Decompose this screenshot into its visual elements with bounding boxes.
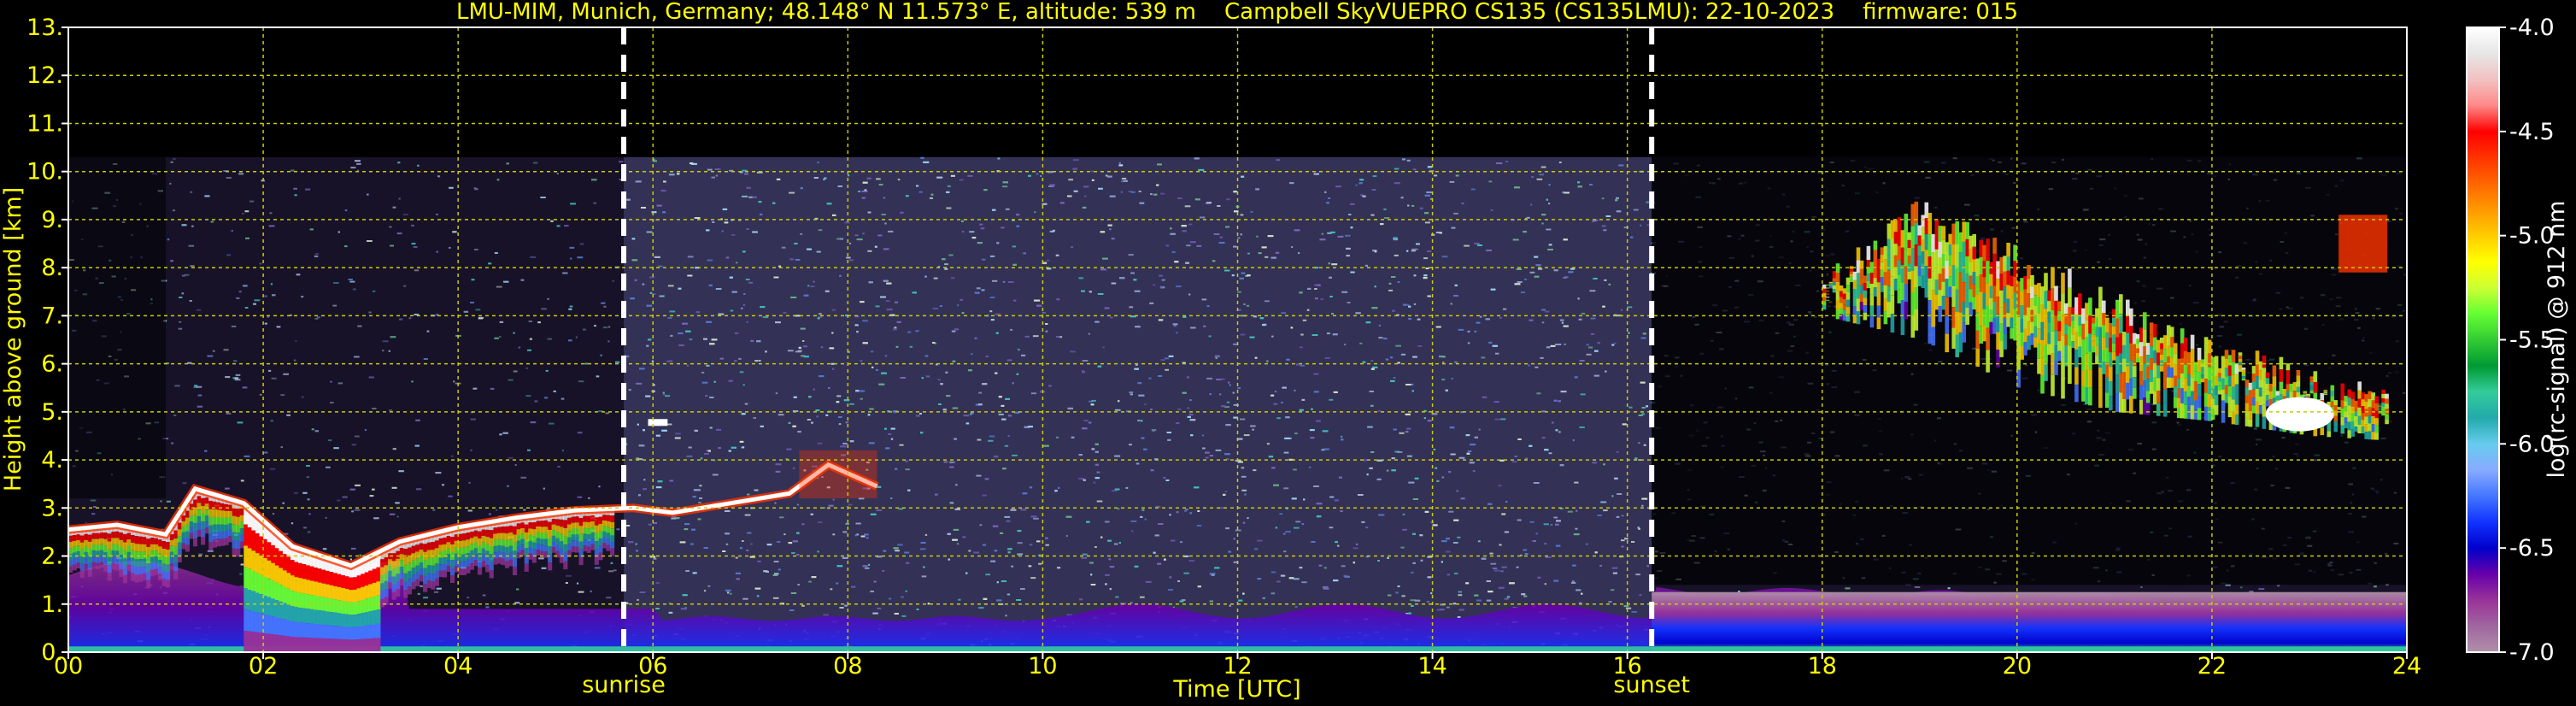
x-tick-label: 20 <box>2003 653 2032 680</box>
colorbar-tick-label: -5.5 <box>2509 327 2555 354</box>
x-tick-label: 06 <box>638 653 667 680</box>
y-tick-label: 6. <box>41 351 63 378</box>
colorbar-tick-label: -4.0 <box>2509 15 2555 41</box>
y-tick-label: 1. <box>41 591 63 618</box>
x-tick-label: 04 <box>443 653 472 680</box>
y-tick-label: 5. <box>41 399 63 426</box>
y-tick-label: 3. <box>41 495 63 521</box>
night-aerosol-layer <box>1652 591 2407 652</box>
x-tick-label: 18 <box>1808 653 1837 680</box>
backscatter-heatmap <box>68 156 2407 652</box>
x-tick-label: 02 <box>249 653 278 680</box>
colorbar: log(rc-signal) @ 912 nm -4.0-4.5-5.0-5.5… <box>2466 15 2570 666</box>
daytime-noise <box>624 156 1652 652</box>
y-tick-label: 2. <box>41 544 63 570</box>
colorbar-tick-label: -7.0 <box>2509 639 2555 666</box>
colorbar-tick-label: -6.0 <box>2509 431 2555 457</box>
y-axis-label: Height above ground [km] <box>0 187 26 491</box>
y-tick-label: 7. <box>41 303 63 329</box>
y-tick-label: 4. <box>41 447 63 474</box>
y-tick-label: 8. <box>41 255 63 281</box>
y-tick-label: 12. <box>26 62 63 89</box>
early-clear-sky <box>68 156 167 499</box>
chart-title: LMU-MIM, Munich, Germany; 48.148° N 11.5… <box>456 0 2018 25</box>
ceilometer-chart: sunrise sunset 00 02 04 06 08 10 12 14 16 18 20 22 24… <box>0 0 2570 703</box>
x-tick-label: 22 <box>2198 653 2227 680</box>
colorbar-gradient <box>2467 27 2499 652</box>
night-clear-sky <box>1652 156 2407 585</box>
colorbar-tick-label: -5.0 <box>2509 223 2555 250</box>
x-tick-label: 10 <box>1028 653 1057 680</box>
y-tick-label: 10. <box>26 159 63 185</box>
x-tick-label: 24 <box>2392 653 2421 680</box>
colorbar-tick-label: -6.5 <box>2509 535 2555 562</box>
x-axis-label: Time [UTC] <box>1172 676 1300 703</box>
cloud-fragment <box>648 419 668 427</box>
x-tick-label: 14 <box>1417 653 1446 680</box>
cirrus-core <box>2265 397 2334 432</box>
y-tick-label: 13. <box>26 15 63 41</box>
y-tick-label: 9. <box>41 207 63 233</box>
y-tick-label: 11. <box>26 110 63 137</box>
upper-cirrus <box>2338 215 2388 273</box>
colorbar-tick-label: -4.5 <box>2509 119 2555 145</box>
y-tick-label: 0. <box>41 639 63 666</box>
x-tick-label: 16 <box>1612 653 1641 680</box>
x-tick-label: 08 <box>833 653 862 680</box>
cloud-tower <box>799 450 877 499</box>
